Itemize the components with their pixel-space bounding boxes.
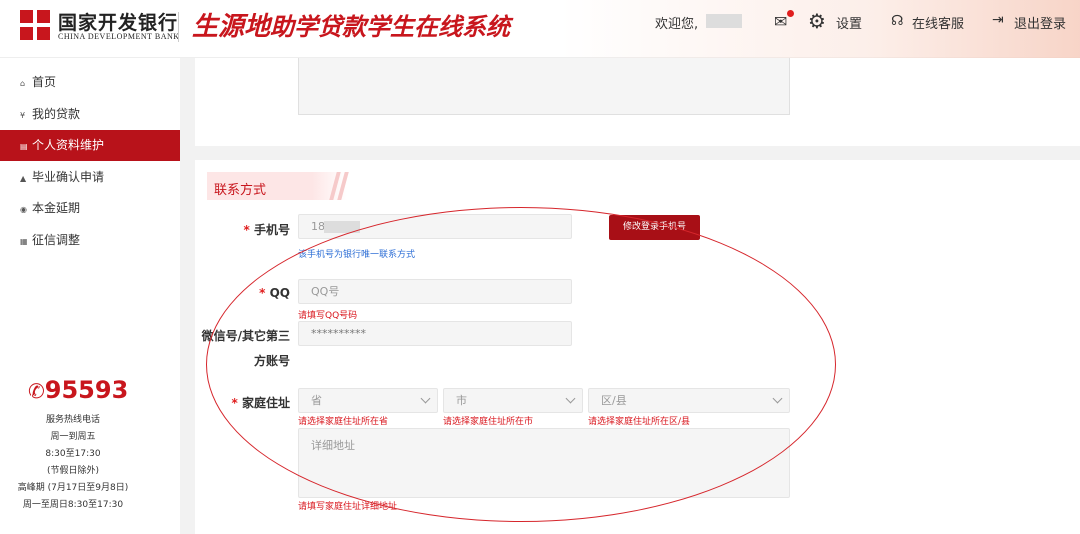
wechat-label: 微信号/其它第三 [201, 329, 290, 343]
hotline-label: 服务热线电话 [45, 415, 100, 425]
headset-icon[interactable]: ☊ [891, 13, 903, 29]
welcome-text: 欢迎您, [655, 17, 699, 32]
section-title: 联系方式 [214, 183, 267, 198]
wechat-input[interactable]: ********** [298, 321, 572, 346]
detail-address-error: 请填写家庭住址详细地址 [298, 502, 398, 512]
hours-line: 高峰期 (7月17日至9月8日) [17, 483, 129, 493]
phone-icon: ✆ [28, 379, 45, 403]
notification-dot [787, 10, 794, 17]
sidebar-item-2[interactable]: ▤ 个人资料维护 [0, 130, 180, 161]
change-phone-button[interactable]: 修改登录手机号 [609, 215, 700, 240]
phone-hint: 该手机号为银行唯一联系方式 [298, 250, 416, 260]
logout-icon[interactable]: ⇥ [992, 12, 1004, 28]
sidebar-item-label: 毕业确认申请 [32, 169, 105, 184]
city-select[interactable]: 市 [443, 388, 583, 413]
logout-link[interactable]: 退出登录 [1014, 13, 1066, 32]
sidebar-item-3[interactable]: ▲ 毕业确认申请 [0, 162, 180, 193]
online-service-link[interactable]: 在线客服 [912, 13, 964, 32]
chevron-down-icon [772, 393, 783, 404]
hours-line: 周一至周日8:30至17:30 [22, 500, 124, 510]
username-masked [706, 14, 742, 28]
chevron-down-icon [565, 393, 576, 404]
bank-name-en: CHINA DEVELOPMENT BANK [58, 32, 180, 41]
header: 国家开发银行 CHINA DEVELOPMENT BANK 生源地助学贷款学生在… [0, 0, 1080, 58]
system-title: 生源地助学贷款学生在线系统 [192, 12, 511, 42]
hours-line: 周一到周五 [50, 432, 96, 442]
wechat-label-line2: 方账号 [253, 354, 290, 368]
gear-icon[interactable]: ⚙ [808, 9, 826, 33]
sidebar-item-label: 征信调整 [32, 232, 81, 247]
hours-line: (节假日除外) [46, 466, 100, 476]
header-divider [178, 12, 179, 42]
address-label: * 家庭住址 [231, 396, 290, 410]
profile-icon: ▤ [20, 142, 28, 151]
bank-name-cn: 国家开发银行 [58, 12, 179, 34]
hours-line: 8:30至17:30 [45, 449, 101, 459]
qq-label: * QQ [259, 286, 290, 300]
clock-icon: ◉ [20, 205, 27, 214]
phone-masked [324, 221, 360, 233]
chevron-down-icon [420, 393, 431, 404]
credit-icon: ▦ [20, 236, 28, 246]
sidebar-item-label: 首页 [32, 75, 57, 89]
province-select[interactable]: 省 [298, 388, 438, 413]
sidebar-item-5[interactable]: ▦ 征信调整 [0, 225, 180, 256]
home-icon: ⌂ [20, 79, 26, 88]
graduate-icon: ▲ [20, 173, 27, 183]
sidebar-item-4[interactable]: ◉ 本金延期 [0, 193, 180, 224]
province-error: 请选择家庭住址所在省 [298, 417, 389, 427]
bank-logo-icon [20, 10, 50, 40]
qq-error: 请填写QQ号码 [298, 311, 358, 321]
sidebar: ⌂ 首页 ¥ 我的贷款 ▤ 个人资料维护 ▲ 毕业确认申请 ◉ 本金延期 ▦ 征信调整 ✆95593 … [0, 58, 180, 534]
city-error: 请选择家庭住址所在市 [443, 417, 534, 427]
phone-label: * 手机号 [243, 223, 290, 237]
sidebar-item-label: 本金延期 [32, 201, 81, 215]
loan-icon: ¥ [20, 110, 26, 120]
sidebar-item-label: 个人资料维护 [32, 138, 105, 152]
qq-input[interactable]: QQ号 [298, 279, 572, 304]
mail-icon[interactable]: ✉ [774, 12, 787, 31]
sidebar-item-0[interactable]: ⌂ 首页 [0, 67, 180, 98]
sidebar-item-1[interactable]: ¥ 我的贷款 [0, 99, 180, 130]
sidebar-item-label: 我的贷款 [32, 106, 81, 121]
district-error: 请选择家庭住址所在区/县 [588, 417, 691, 427]
district-select[interactable]: 区/县 [588, 388, 790, 413]
hotline-number: ✆95593 [28, 376, 129, 404]
settings-link[interactable]: 设置 [836, 13, 862, 32]
detail-address-input[interactable]: 详细地址 [298, 428, 790, 498]
previous-textarea[interactable] [298, 58, 790, 115]
